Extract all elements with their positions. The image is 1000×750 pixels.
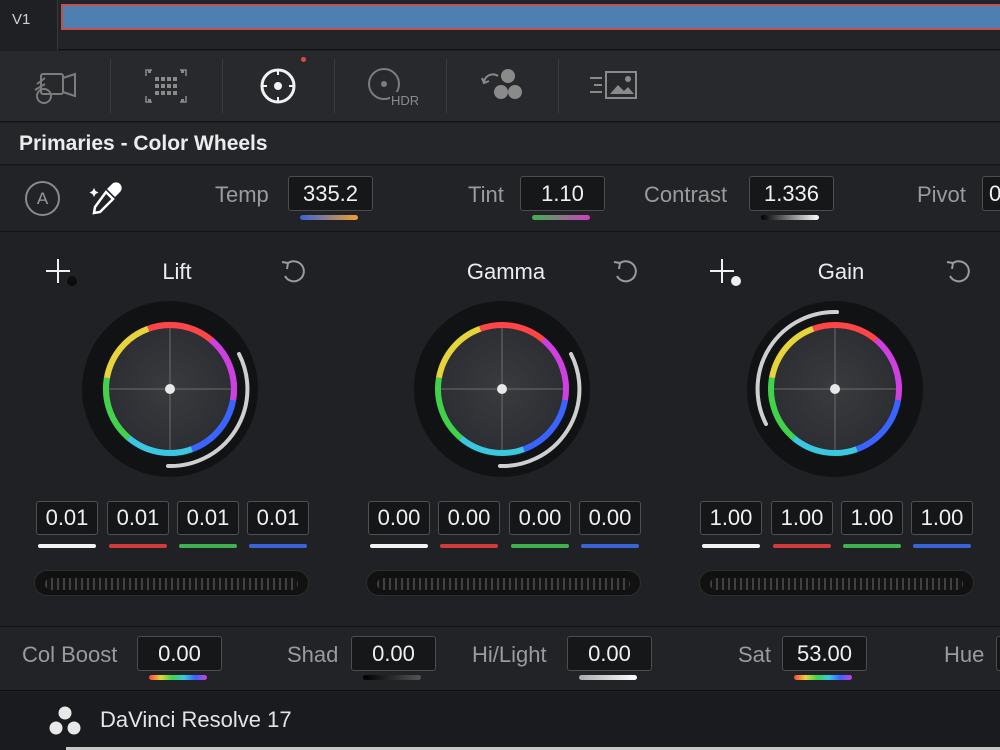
active-indicator-dot — [301, 57, 306, 62]
gamma-y-indicator — [370, 544, 428, 548]
hilight-label: Hi/Light — [472, 642, 547, 667]
hdr-icon: HDR — [368, 68, 418, 108]
primaries-button[interactable] — [223, 51, 333, 121]
gamma-r-field[interactable]: 0.00 — [438, 501, 500, 535]
gamma-title: Gamma — [466, 259, 546, 284]
lift-g-field[interactable]: 0.01 — [177, 501, 239, 535]
gain-g-indicator — [843, 544, 901, 548]
tint-field[interactable]: 1.10 — [520, 176, 605, 211]
color-match-button[interactable] — [111, 51, 221, 121]
gain-b-field[interactable]: 1.00 — [911, 501, 973, 535]
shad-gradient — [363, 675, 421, 680]
gamma-r-indicator — [440, 544, 498, 548]
timeline-clip[interactable] — [61, 4, 1000, 30]
motion-effects-icon — [590, 71, 637, 99]
sat-label: Sat — [738, 642, 772, 667]
gamma-g-indicator — [511, 544, 569, 548]
gamma-master-wheel[interactable] — [366, 570, 641, 596]
gain-r-indicator — [773, 544, 831, 548]
lift-b-field[interactable]: 0.01 — [247, 501, 309, 535]
sat-gradient — [794, 675, 852, 680]
gamma-b-field[interactable]: 0.00 — [579, 501, 641, 535]
lift-y-indicator — [38, 544, 96, 548]
secondary-adjust-row: Col Boost 0.00 Shad 0.00 Hi/Light 0.00 S… — [0, 626, 1000, 691]
hdr-button[interactable]: HDR — [335, 51, 445, 121]
palette-title: Primaries - Color Wheels — [19, 132, 268, 155]
palette-header: Primaries - Color Wheels — [0, 123, 1000, 165]
gamma-reset-icon[interactable] — [611, 258, 639, 286]
color-match-icon — [145, 69, 187, 103]
col-boost-label: Col Boost — [22, 642, 118, 667]
lift-r-indicator — [109, 544, 167, 548]
tint-label: Tint — [468, 182, 504, 207]
gain-master-wheel[interactable] — [699, 570, 974, 596]
lift-title: Lift — [162, 259, 192, 284]
timeline-track: V1 — [0, 0, 1000, 50]
hilight-field[interactable]: 0.00 — [567, 636, 652, 671]
temp-gradient — [300, 215, 358, 220]
gamma-g-field[interactable]: 0.00 — [509, 501, 571, 535]
gain-y-field[interactable]: 1.00 — [700, 501, 762, 535]
lift-b-indicator — [249, 544, 307, 548]
lift-g-indicator — [179, 544, 237, 548]
camera-raw-icon — [34, 72, 76, 104]
tint-gradient — [532, 215, 590, 220]
app-footer: DaVinci Resolve 17 — [0, 692, 1000, 750]
contrast-field[interactable]: 1.336 — [749, 176, 834, 211]
contrast-gradient — [761, 215, 819, 220]
gain-g-field[interactable]: 1.00 — [841, 501, 903, 535]
contrast-label: Contrast — [644, 182, 728, 207]
hue-label: Hue — [944, 642, 985, 667]
gamma-y-field[interactable]: 0.00 — [368, 501, 430, 535]
col-boost-field[interactable]: 0.00 — [137, 636, 222, 671]
gain-title: Gain — [817, 259, 865, 284]
temp-field[interactable]: 335.2 — [288, 176, 373, 211]
camera-raw-button[interactable] — [0, 51, 110, 121]
lift-y-field[interactable]: 0.01 — [36, 501, 98, 535]
hilight-gradient — [579, 675, 637, 680]
gain-reset-icon[interactable] — [944, 258, 972, 286]
app-name: DaVinci Resolve 17 — [100, 707, 292, 732]
motion-effects-button[interactable] — [559, 51, 669, 121]
hdr-icon-text: HDR — [391, 93, 418, 108]
gain-r-field[interactable]: 1.00 — [771, 501, 833, 535]
lift-reset-icon[interactable] — [279, 258, 307, 286]
primaries-adjust-row: A Temp 335.2 Tint 1.10 Contrast 1.336 Pi… — [0, 166, 1000, 232]
eyedropper-icon[interactable] — [88, 180, 124, 216]
gamma-b-indicator — [581, 544, 639, 548]
gain-b-indicator — [913, 544, 971, 548]
shad-field[interactable]: 0.00 — [351, 636, 436, 671]
gain-picker-crosshair-icon[interactable] — [708, 257, 744, 293]
rgb-mixer-button[interactable] — [447, 51, 557, 121]
gain-y-indicator — [702, 544, 760, 548]
lift-picker-crosshair-icon[interactable] — [44, 257, 80, 293]
temp-label: Temp — [215, 182, 269, 207]
rgb-mixer-icon — [481, 69, 522, 99]
primaries-icon — [260, 68, 296, 104]
col-boost-gradient — [149, 675, 207, 680]
lift-wheel[interactable] — [80, 299, 260, 479]
color-wheels-area: Lift 0.01 0.01 0.01 0.01 Gamma 0.00 0.00… — [0, 233, 1000, 625]
auto-balance-button[interactable]: A — [25, 181, 60, 216]
pivot-field[interactable]: 0 — [982, 176, 1000, 211]
davinci-resolve-logo-icon — [49, 706, 81, 735]
gamma-wheel[interactable] — [412, 299, 592, 479]
lift-master-wheel[interactable] — [34, 570, 309, 596]
sat-field[interactable]: 53.00 — [782, 636, 867, 671]
pivot-label: Pivot — [917, 182, 966, 207]
hue-field[interactable] — [996, 636, 1000, 671]
palette-toolbar: HDR — [0, 51, 1000, 122]
track-label-v1[interactable]: V1 — [0, 0, 58, 50]
shad-label: Shad — [287, 642, 339, 667]
gain-wheel[interactable] — [745, 299, 925, 479]
lift-r-field[interactable]: 0.01 — [107, 501, 169, 535]
